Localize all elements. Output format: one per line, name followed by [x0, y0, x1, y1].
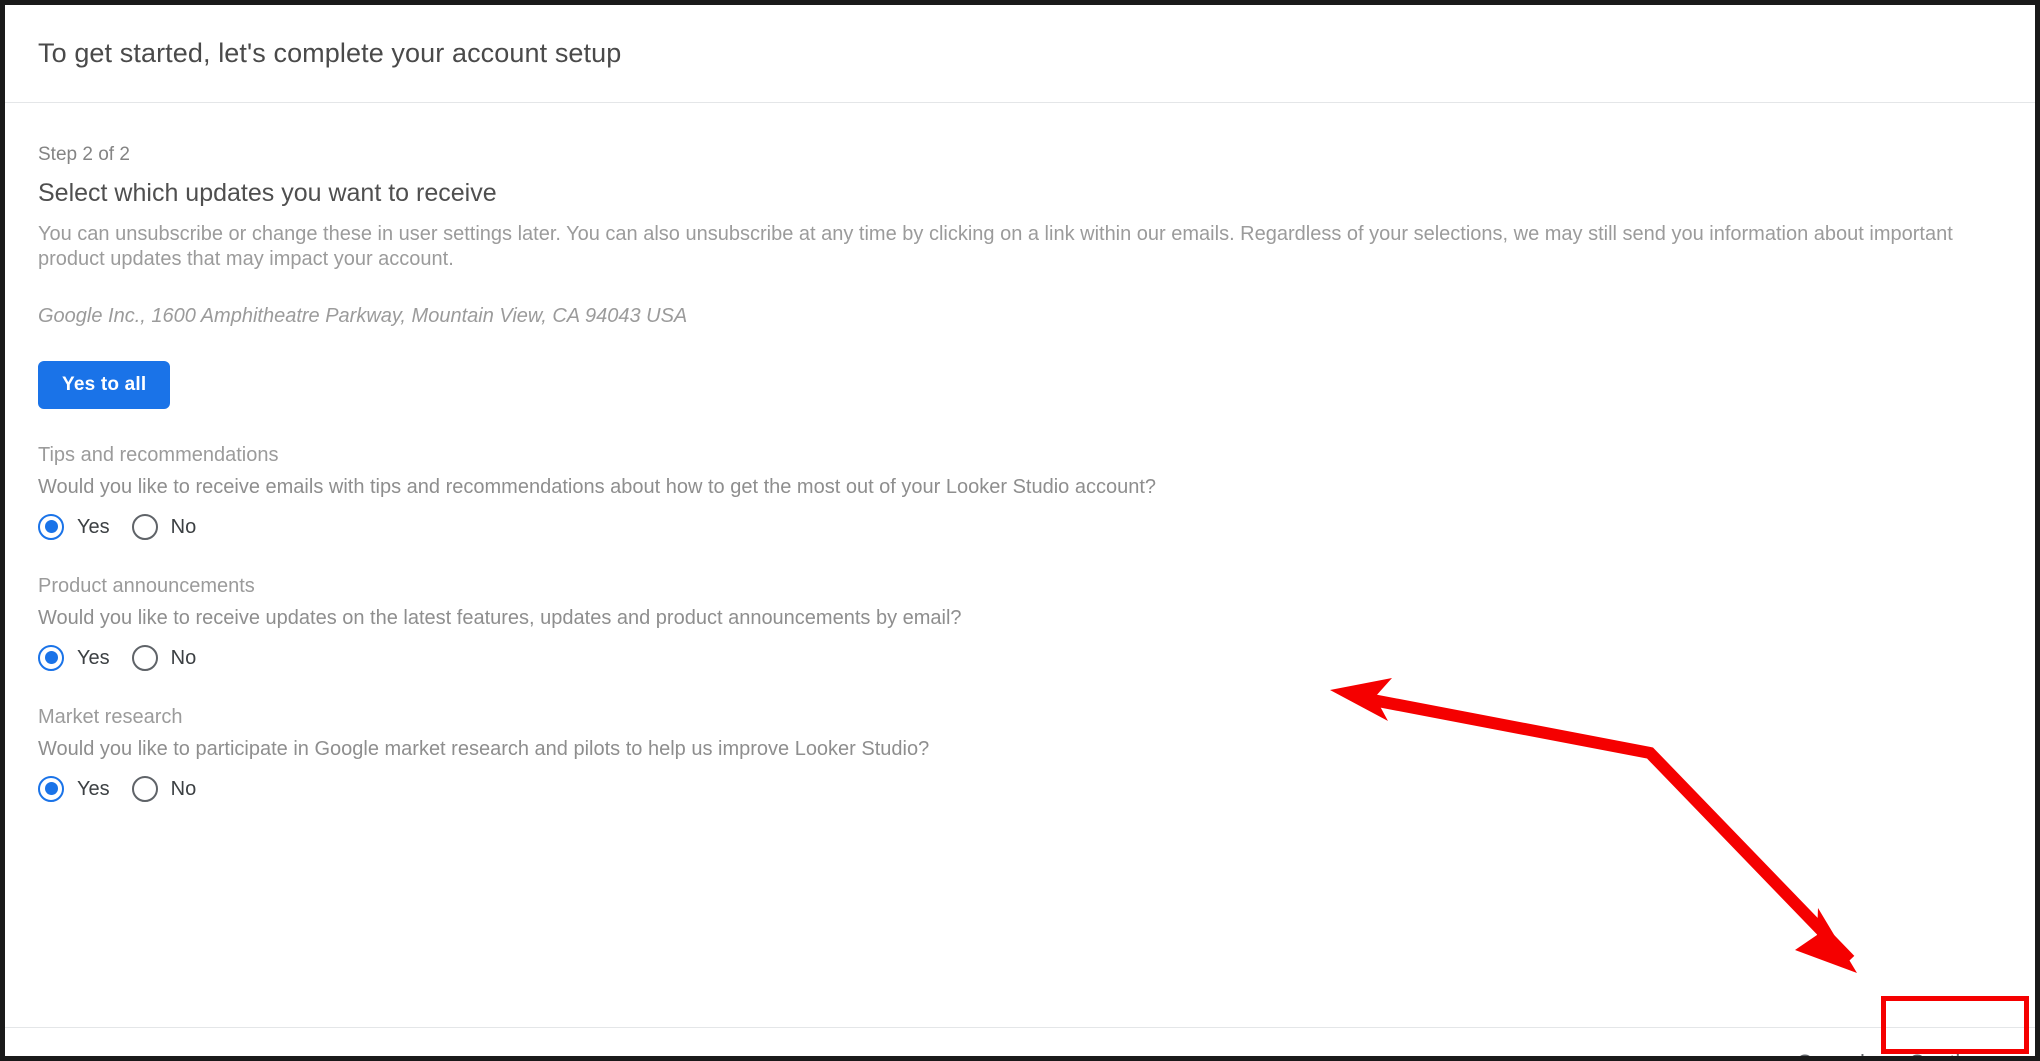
preference-group-product-announcements: Product announcements Would you like to … [38, 576, 2002, 671]
radio-selected-icon [38, 644, 64, 671]
preference-name: Market research [38, 705, 183, 728]
radio-label: Yes [77, 515, 110, 538]
account-setup-dialog: To get started, let's complete your acco… [5, 5, 2035, 1056]
radio-option-market-no[interactable]: No [131, 775, 197, 802]
radio-group-product-announcements: Yes No [38, 644, 2002, 671]
radio-selected-icon [38, 513, 64, 540]
preference-question: Would you like to receive emails with ti… [38, 475, 1157, 498]
radio-option-tips-yes[interactable]: Yes [38, 513, 110, 540]
radio-group-tips: Yes No [38, 513, 2002, 540]
section-heading: Select which updates you want to receive [38, 179, 497, 207]
radio-unselected-icon [131, 513, 158, 540]
dialog-body: Step 2 of 2 Select which updates you wan… [5, 145, 2035, 1027]
radio-label: Yes [77, 777, 110, 800]
dialog-footer: Cancel Continue [5, 1027, 2035, 1057]
dialog-header: To get started, let's complete your acco… [5, 5, 2035, 103]
company-address: Google Inc., 1600 Amphitheatre Parkway, … [38, 304, 688, 327]
preference-name: Tips and recommendations [38, 443, 279, 466]
yes-to-all-button[interactable]: Yes to all [38, 360, 171, 409]
step-indicator: Step 2 of 2 [38, 144, 130, 165]
page-title: To get started, let's complete your acco… [38, 38, 622, 68]
preference-question: Would you like to participate in Google … [38, 737, 930, 760]
preference-group-tips: Tips and recommendations Would you like … [38, 445, 2002, 540]
radio-option-product-yes[interactable]: Yes [38, 644, 110, 671]
continue-button-wrapper: Continue [1891, 1040, 2015, 1057]
radio-label: Yes [77, 646, 110, 669]
cancel-button[interactable]: Cancel [1778, 1040, 1882, 1057]
radio-unselected-icon [131, 644, 158, 671]
radio-option-tips-no[interactable]: No [131, 513, 197, 540]
radio-label: No [170, 777, 197, 800]
preference-name: Product announcements [38, 574, 255, 597]
radio-option-market-yes[interactable]: Yes [38, 775, 110, 802]
radio-label: No [170, 646, 197, 669]
preference-group-market-research: Market research Would you like to partic… [38, 707, 2002, 802]
radio-label: No [170, 515, 197, 538]
continue-button[interactable]: Continue [1891, 1040, 2015, 1057]
radio-option-product-no[interactable]: No [131, 644, 197, 671]
radio-group-market-research: Yes No [38, 775, 2002, 802]
section-description: You can unsubscribe or change these in u… [38, 222, 1953, 270]
screenshot-root: To get started, let's complete your acco… [0, 0, 2040, 1061]
radio-selected-icon [38, 775, 64, 802]
radio-unselected-icon [131, 775, 158, 802]
preference-question: Would you like to receive updates on the… [38, 606, 962, 629]
